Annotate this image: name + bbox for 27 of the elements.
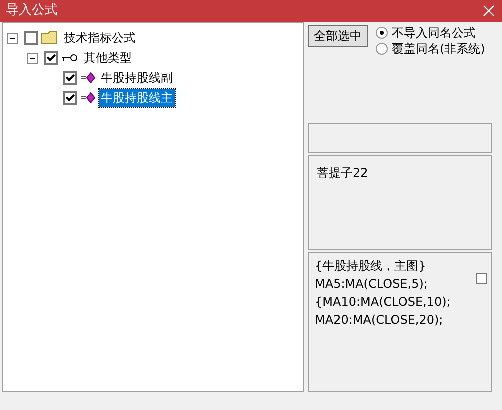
- radio-label[interactable]: 覆盖同名(非系统): [392, 40, 486, 58]
- tree-item[interactable]: 其他类型: [82, 49, 134, 67]
- code-line: {牛股持股线，主图}: [315, 258, 428, 276]
- author-text: 菩提子22: [317, 166, 368, 180]
- code-line: {MA10:MA(CLOSE,10);: [315, 294, 451, 312]
- folder-icon: [41, 31, 59, 45]
- checkbox[interactable]: [44, 51, 58, 65]
- checkbox[interactable]: [24, 31, 38, 45]
- window-title: 导入公式: [6, 2, 58, 20]
- checkbox[interactable]: [63, 71, 77, 85]
- checkbox[interactable]: [476, 273, 487, 284]
- checkbox[interactable]: [63, 91, 77, 105]
- formula-icon: [80, 92, 96, 104]
- key-icon: [61, 53, 79, 63]
- close-icon[interactable]: [482, 4, 496, 18]
- formula-icon: [80, 72, 96, 84]
- radio-button[interactable]: [376, 27, 388, 39]
- code-line: MA5:MA(CLOSE,5);: [315, 276, 429, 294]
- radio-label[interactable]: 不导入同名公式: [392, 24, 476, 42]
- collapse-icon[interactable]: [27, 52, 38, 64]
- select-all-button[interactable]: 全部选中: [308, 25, 368, 47]
- tree-item[interactable]: 牛股持股线副: [99, 69, 175, 87]
- collapse-icon[interactable]: [7, 32, 18, 44]
- code-line: MA20:MA(CLOSE,20);: [315, 312, 444, 330]
- tree-item[interactable]: 技术指标公式: [62, 29, 138, 47]
- tree-item[interactable]: 牛股持股线主: [99, 89, 175, 107]
- radio-button[interactable]: [376, 43, 388, 55]
